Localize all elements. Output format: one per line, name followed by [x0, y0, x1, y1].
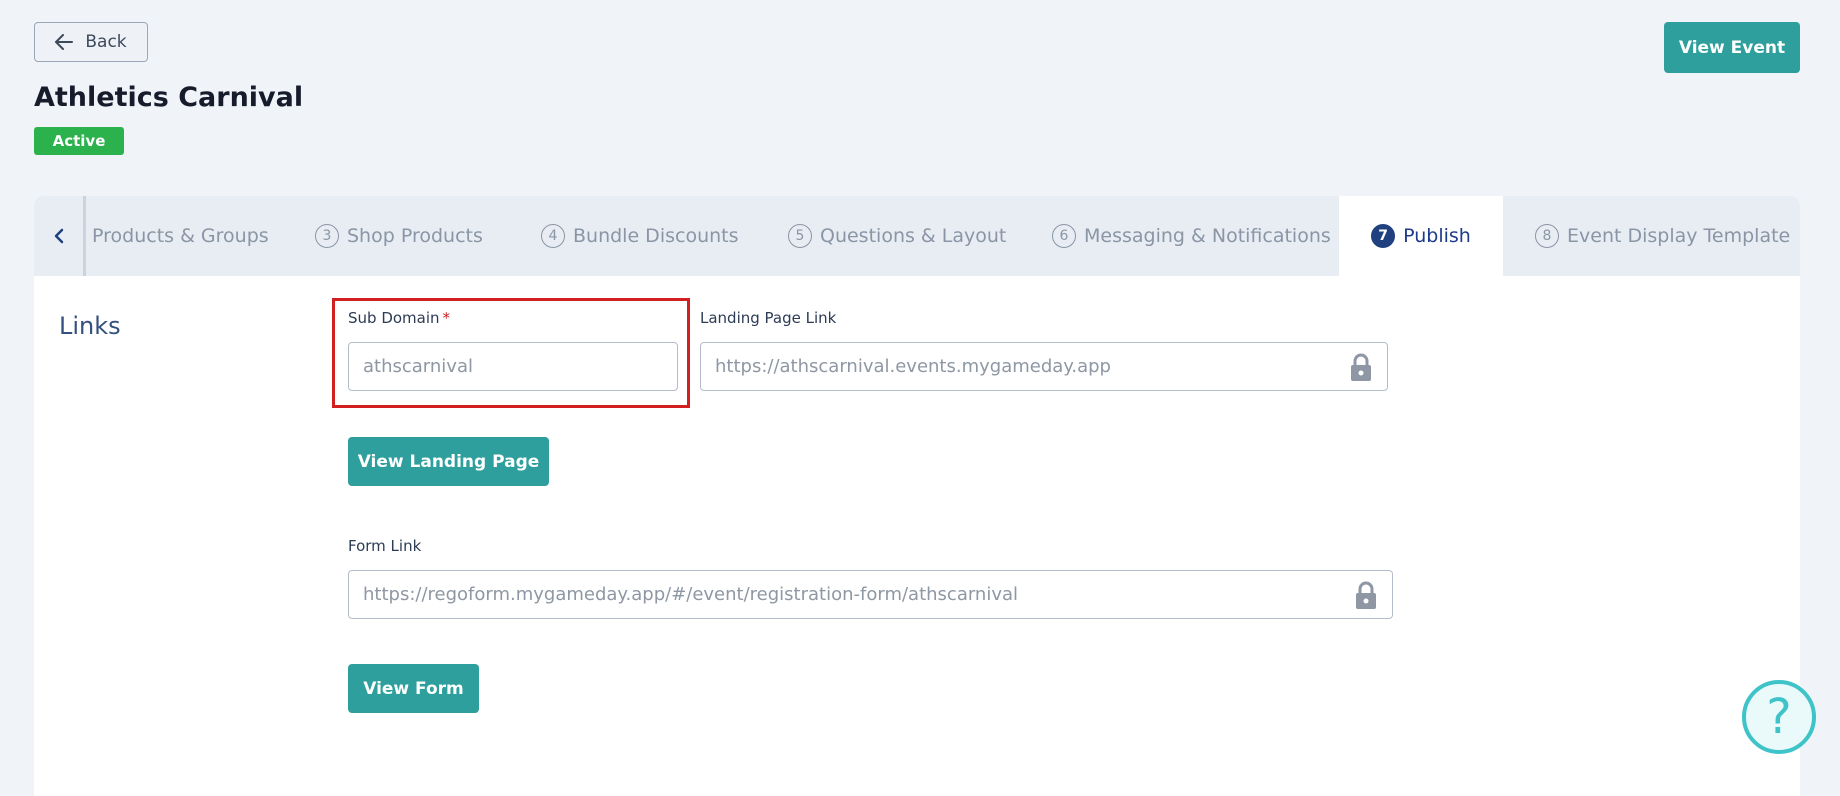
- step-number: 3: [315, 224, 339, 248]
- lock-icon: [1351, 353, 1371, 381]
- event-settings-card: Products & Groups 3 Shop Products 4 Bund…: [34, 196, 1800, 796]
- sub-domain-input[interactable]: athscarnival: [348, 342, 678, 391]
- sub-domain-value: athscarnival: [363, 356, 473, 377]
- tab-label: Products & Groups: [92, 225, 269, 247]
- form-link-field[interactable]: https://regoform.mygameday.app/#/event/r…: [348, 570, 1393, 619]
- tab-shop-products[interactable]: 3 Shop Products: [315, 196, 483, 276]
- step-number: 4: [541, 224, 565, 248]
- form-link-value: https://regoform.mygameday.app/#/event/r…: [363, 584, 1019, 605]
- back-button[interactable]: Back: [34, 22, 148, 62]
- tab-label: Shop Products: [347, 225, 483, 247]
- chevron-left-icon: [54, 228, 63, 244]
- help-button[interactable]: ?: [1742, 680, 1816, 754]
- step-number: 5: [788, 224, 812, 248]
- step-number: 6: [1052, 224, 1076, 248]
- arrow-left-icon: [55, 34, 74, 50]
- landing-page-link-field[interactable]: https://athscarnival.events.mygameday.ap…: [700, 342, 1388, 391]
- status-badge: Active: [34, 127, 124, 155]
- tab-label: Publish: [1403, 225, 1471, 247]
- step-number: 7: [1371, 224, 1396, 248]
- view-landing-page-button[interactable]: View Landing Page: [348, 437, 549, 486]
- sub-domain-label-text: Sub Domain: [348, 309, 440, 327]
- tab-messaging-notifications[interactable]: 6 Messaging & Notifications: [1052, 196, 1331, 276]
- tab-questions-layout[interactable]: 5 Questions & Layout: [788, 196, 1006, 276]
- sub-domain-label: Sub Domain *: [348, 309, 450, 327]
- landing-page-link-label: Landing Page Link: [700, 309, 837, 327]
- view-event-button[interactable]: View Event: [1664, 22, 1800, 73]
- step-number: 8: [1535, 224, 1559, 248]
- links-section-title: Links: [59, 312, 121, 340]
- step-tabs: Products & Groups 3 Shop Products 4 Bund…: [34, 196, 1800, 276]
- lock-icon: [1356, 581, 1376, 609]
- tab-bundle-discounts[interactable]: 4 Bundle Discounts: [541, 196, 739, 276]
- question-mark-icon: ?: [1766, 689, 1792, 745]
- tab-label: Messaging & Notifications: [1084, 225, 1331, 247]
- form-link-label: Form Link: [348, 537, 422, 555]
- tab-products-groups[interactable]: Products & Groups: [92, 196, 269, 276]
- back-button-label: Back: [85, 32, 127, 52]
- tab-label: Event Display Template: [1567, 225, 1791, 247]
- tab-label: Questions & Layout: [820, 225, 1007, 247]
- tabs-scroll-left-button[interactable]: [34, 196, 86, 276]
- tab-label: Bundle Discounts: [573, 225, 739, 247]
- view-form-button[interactable]: View Form: [348, 664, 479, 713]
- landing-page-link-value: https://athscarnival.events.mygameday.ap…: [715, 356, 1111, 377]
- tab-publish[interactable]: 7 Publish: [1339, 196, 1503, 276]
- page-title: Athletics Carnival: [34, 82, 304, 113]
- required-asterisk: *: [442, 309, 451, 327]
- tab-event-display-template[interactable]: 8 Event Display Template: [1535, 196, 1790, 276]
